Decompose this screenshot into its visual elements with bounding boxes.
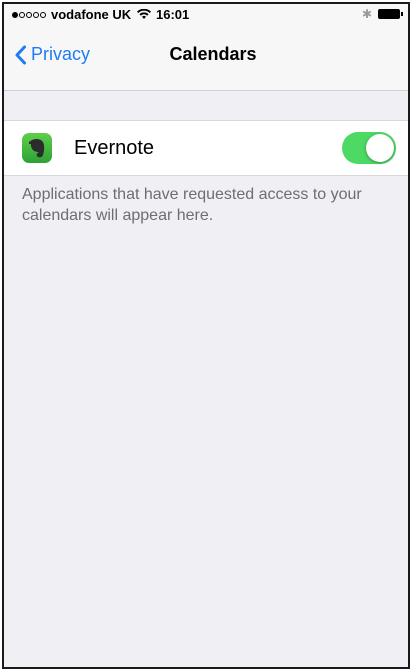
carrier-name: vodafone UK bbox=[51, 7, 132, 22]
status-left: vodafone UK bbox=[12, 7, 152, 22]
signal-strength-icon bbox=[12, 11, 46, 18]
app-name: Evernote bbox=[74, 137, 155, 159]
status-time: 16:01 bbox=[156, 7, 190, 22]
status-bar: vodafone UK 16:01 ✱ bbox=[4, 4, 408, 26]
battery-icon bbox=[378, 9, 403, 19]
status-right: ✱ bbox=[361, 7, 403, 21]
footer-explanation: Applications that have requested access … bbox=[22, 186, 362, 224]
wifi-icon bbox=[137, 9, 152, 19]
toggle-knob bbox=[366, 134, 394, 162]
app-permission-row: Evernote bbox=[4, 120, 408, 176]
bluetooth-icon: ✱ bbox=[361, 7, 372, 21]
evernote-icon bbox=[22, 133, 52, 163]
navigation-bar: Privacy Calendars bbox=[4, 26, 408, 91]
page-title: Calendars bbox=[169, 44, 257, 64]
calendar-access-toggle[interactable] bbox=[342, 132, 396, 164]
screen-frame: vodafone UK 16:01 ✱ Privacy Calendars Ev… bbox=[2, 2, 410, 669]
